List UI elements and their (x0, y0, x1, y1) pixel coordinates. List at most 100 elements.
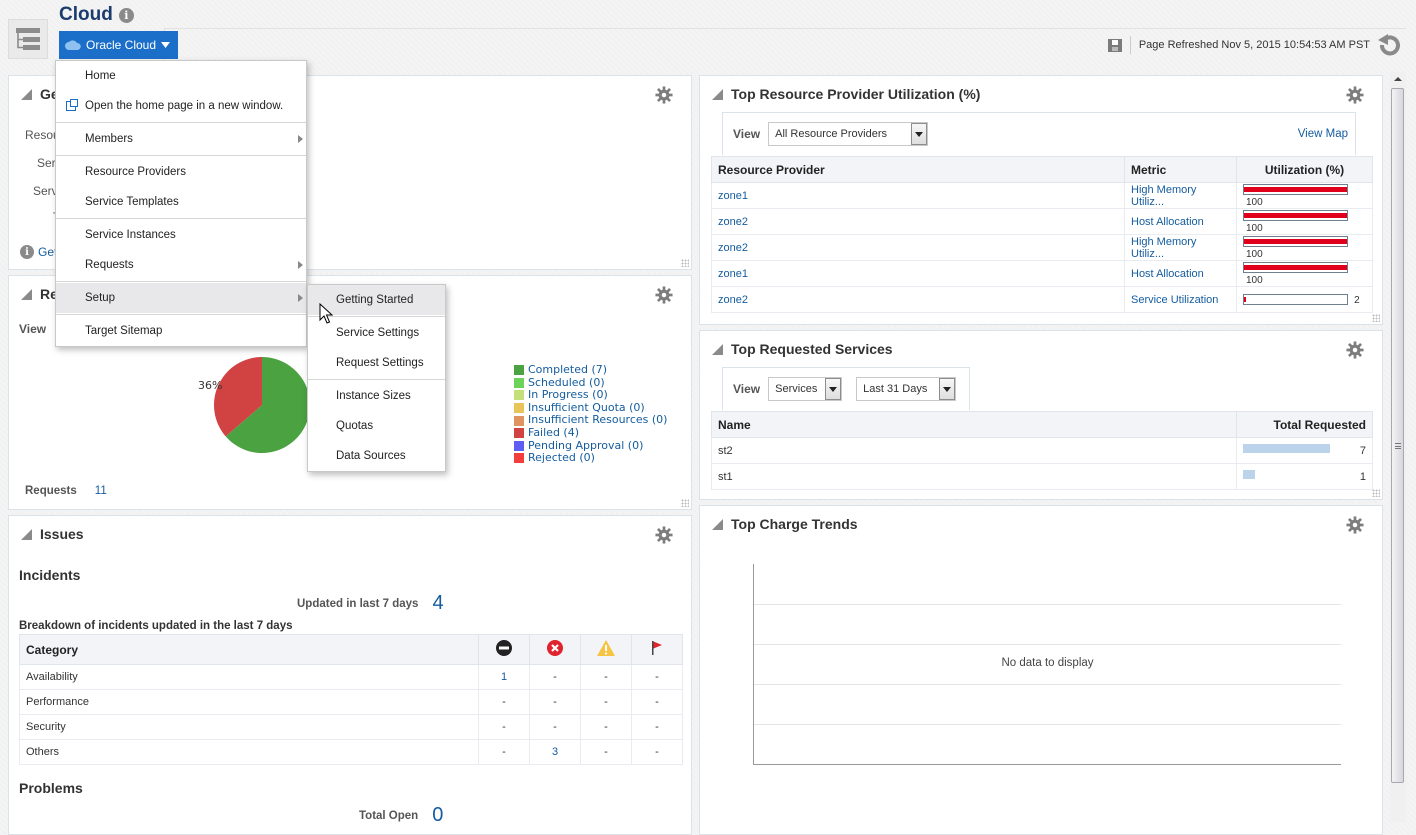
incident-cell-critical[interactable]: 3 (529, 739, 581, 765)
target-menu: Home Open the home page in a new window.… (55, 60, 307, 347)
service-type-select[interactable]: Services (768, 377, 843, 401)
collapse-icon[interactable] (21, 528, 32, 540)
menu-item-target-sitemap[interactable]: Target Sitemap (56, 316, 306, 346)
incidents-updated-count[interactable]: 4 (432, 592, 443, 615)
column-header-critical[interactable] (529, 634, 581, 665)
legend-item[interactable]: Rejected (0) (514, 452, 667, 465)
menu-item-setup[interactable]: Setup (56, 283, 306, 313)
scroll-grip-icon (1395, 443, 1401, 449)
total-requested-bar (1243, 444, 1330, 453)
menu-item-home[interactable]: Home (56, 61, 306, 91)
incident-cell-critical: - (529, 664, 581, 690)
gear-icon[interactable] (655, 86, 673, 104)
column-header-name[interactable]: Name (711, 411, 1237, 438)
issues-panel-header: Issues (9, 516, 691, 552)
resource-provider-link[interactable]: zone1 (718, 268, 748, 280)
scroll-up-arrow-icon[interactable] (1390, 72, 1406, 86)
incident-cell-escalated: - (631, 689, 683, 715)
resize-handle[interactable] (681, 499, 689, 507)
menu-item-service-templates[interactable]: Service Templates (56, 187, 306, 217)
legend-item[interactable]: In Progress (0) (514, 389, 667, 402)
menu-item-label: Request Settings (336, 357, 424, 369)
menu-item-label: Open the home page in a new window. (85, 100, 284, 112)
refresh-icon[interactable] (1378, 34, 1402, 56)
submenu-item-instance-sizes[interactable]: Instance Sizes (308, 381, 445, 411)
legend-label[interactable]: In Progress (0) (528, 389, 608, 402)
service-name-cell: st1 (711, 463, 1237, 490)
resource-provider-link[interactable]: zone2 (718, 216, 748, 228)
gear-icon[interactable] (1346, 516, 1364, 534)
incident-cell-escalated: - (631, 714, 683, 740)
metric-link[interactable]: Host Allocation (1131, 216, 1204, 228)
submenu-item-data-sources[interactable]: Data Sources (308, 441, 445, 471)
collapse-icon[interactable] (712, 518, 723, 530)
resource-provider-link[interactable]: zone2 (718, 242, 748, 254)
requested-services-table: Name Total Requested st2 7 st1 1 (711, 411, 1373, 490)
gear-icon[interactable] (1346, 341, 1364, 359)
gear-icon[interactable] (1346, 86, 1364, 104)
resource-provider-link[interactable]: zone1 (718, 190, 748, 202)
menu-item-label: Instance Sizes (336, 390, 411, 402)
getting-started-link[interactable]: i Get (20, 245, 57, 259)
collapse-icon[interactable] (21, 288, 32, 300)
submenu-item-quotas[interactable]: Quotas (308, 411, 445, 441)
resize-handle[interactable] (681, 259, 689, 267)
utilization-value: 100 (1246, 274, 1263, 286)
refresh-time: Nov 5, 2015 10:54:53 AM PST (1221, 39, 1370, 51)
requests-total: Requests 11 (25, 485, 107, 497)
menu-item-label: Target Sitemap (85, 325, 163, 337)
incidents-updated-summary: Updated in last 7 days 4 (297, 592, 444, 615)
page-scrollbar[interactable] (1390, 72, 1406, 822)
collapse-icon[interactable] (712, 88, 723, 100)
column-header-warning[interactable] (580, 634, 632, 665)
column-header-escalated[interactable] (631, 634, 683, 665)
resource-provider-link[interactable]: zone2 (718, 294, 748, 306)
utilization-bar (1243, 294, 1348, 306)
navigation-tree-toggle[interactable] (8, 19, 48, 59)
menu-item-service-instances[interactable]: Service Instances (56, 220, 306, 250)
menu-item-resource-providers[interactable]: Resource Providers (56, 157, 306, 187)
requests-total-count[interactable]: 11 (95, 485, 107, 497)
resize-handle[interactable] (1372, 314, 1380, 322)
metric-link[interactable]: Service Utilization (1131, 294, 1218, 306)
resource-provider-view-select[interactable]: All Resource Providers (768, 122, 929, 146)
column-header-fatal[interactable] (478, 634, 530, 665)
legend-label[interactable]: Completed (7) (528, 363, 607, 377)
gear-icon[interactable] (655, 526, 673, 544)
incidents-table-header: Category (19, 634, 683, 665)
save-icon[interactable] (1107, 38, 1122, 52)
incident-cell-warning: - (580, 664, 632, 690)
target-menu-button[interactable]: Oracle Cloud (59, 31, 179, 59)
resize-handle[interactable] (1372, 489, 1380, 497)
legend-label[interactable]: Rejected (0) (528, 452, 595, 465)
time-period-select[interactable]: Last 31 Days (856, 377, 957, 401)
menu-item-members[interactable]: Members (56, 124, 306, 154)
total-open-count[interactable]: 0 (432, 804, 443, 827)
metric-link[interactable]: High Memory Utiliz... (1131, 184, 1196, 208)
legend-item[interactable]: Failed (4) (514, 426, 667, 440)
info-icon[interactable]: i (118, 7, 134, 23)
collapse-icon[interactable] (21, 88, 32, 100)
metric-link[interactable]: High Memory Utiliz... (1131, 236, 1196, 260)
escalated-flag-icon (652, 641, 662, 655)
column-header-total-requested[interactable]: Total Requested (1236, 411, 1373, 438)
column-header-category[interactable]: Category (19, 634, 479, 665)
total-requested-bar (1243, 470, 1256, 479)
menu-item-open-new-window[interactable]: Open the home page in a new window. (56, 91, 306, 121)
menu-item-requests[interactable]: Requests (56, 250, 306, 280)
legend-label[interactable]: Failed (4) (528, 426, 579, 440)
metric-link[interactable]: Host Allocation (1131, 268, 1204, 280)
page-header: Cloud i Oracle Cloud Page Refreshed Nov … (0, 0, 1416, 64)
gear-icon[interactable] (655, 286, 673, 304)
column-header-resource-provider[interactable]: Resource Provider (711, 156, 1125, 183)
view-label: View (733, 127, 761, 141)
service-name-cell: st2 (711, 437, 1237, 464)
incident-cell-fatal[interactable]: 1 (478, 664, 530, 690)
legend-item[interactable]: Completed (7) (514, 363, 667, 377)
view-map-link[interactable]: View Map (1298, 128, 1348, 140)
collapse-icon[interactable] (712, 343, 723, 355)
column-header-utilization[interactable]: Utilization (%) (1236, 156, 1373, 183)
column-header-metric[interactable]: Metric (1124, 156, 1237, 183)
scrollbar-thumb[interactable] (1391, 88, 1404, 783)
submenu-item-request-settings[interactable]: Request Settings (308, 348, 445, 378)
